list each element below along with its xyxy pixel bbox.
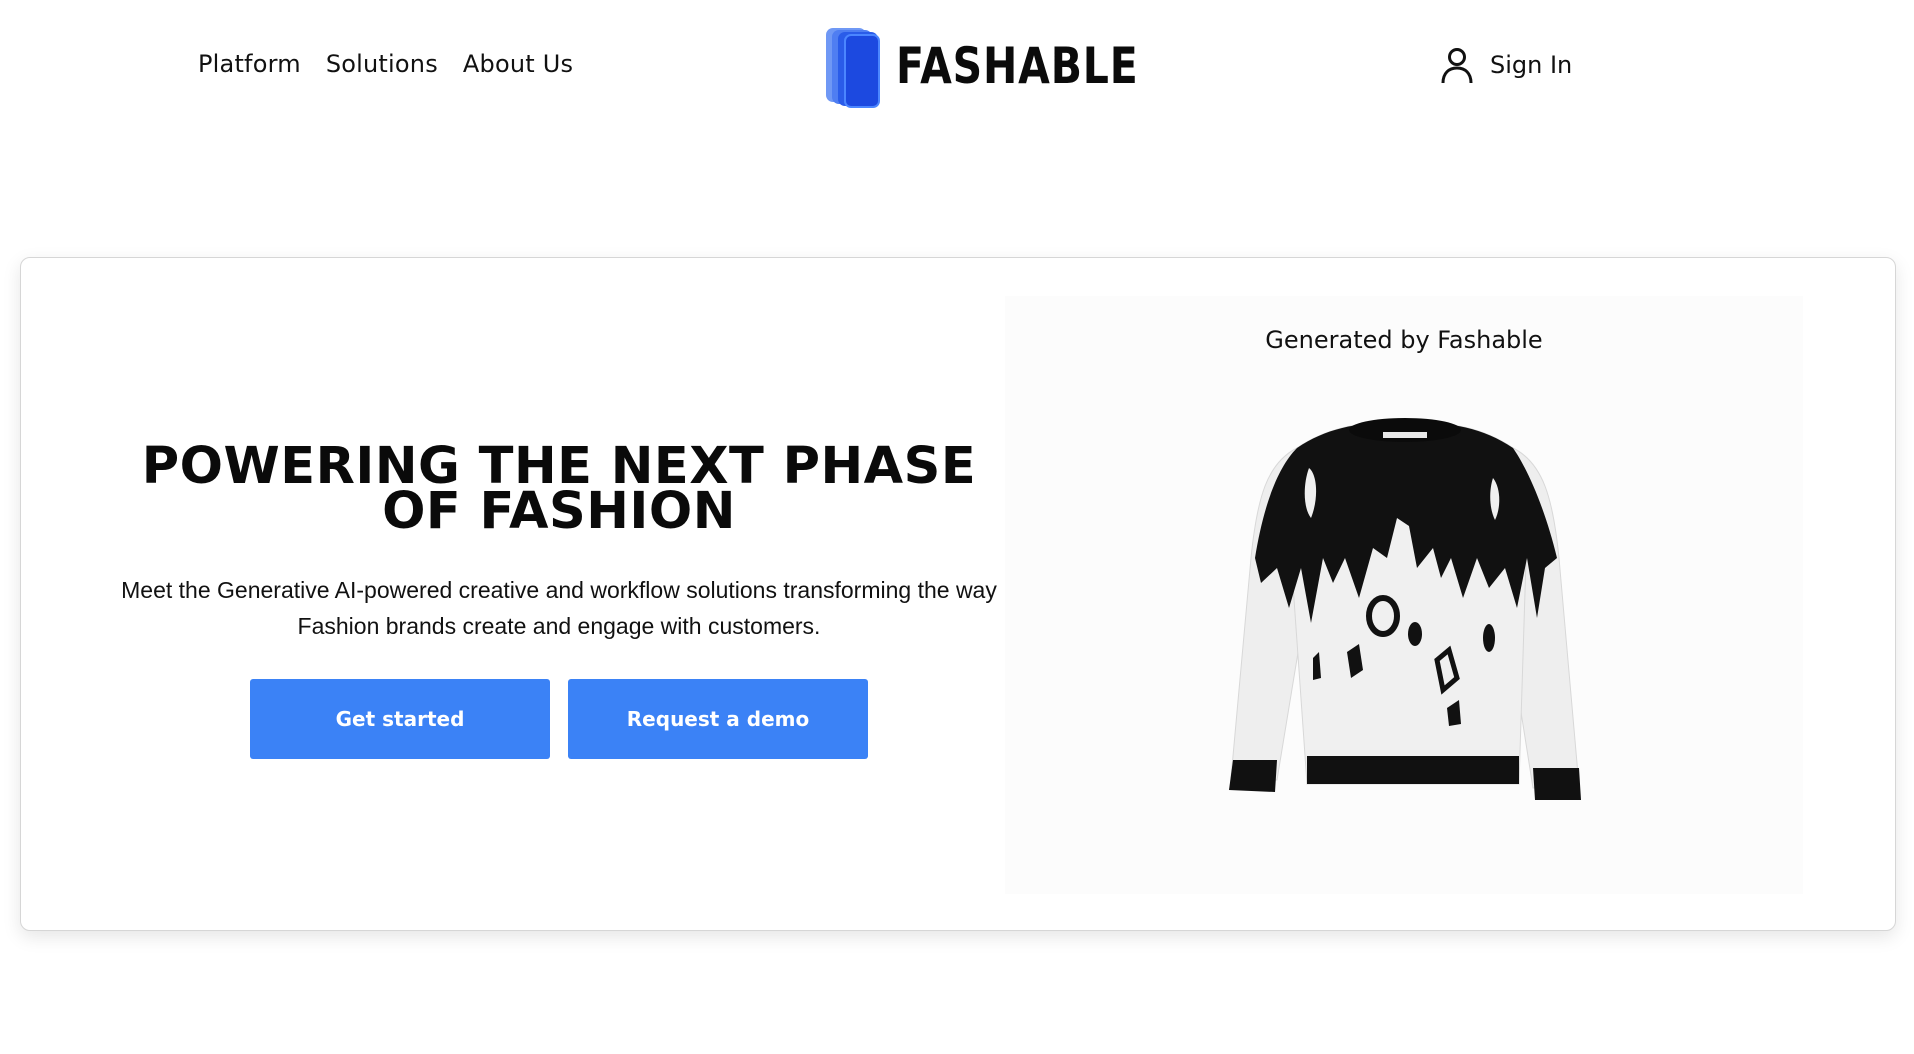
get-started-button[interactable]: Get started <box>250 679 550 759</box>
showcase-caption: Generated by Fashable <box>1265 326 1543 354</box>
primary-nav: Platform Solutions About Us <box>198 50 573 78</box>
top-navigation: Platform Solutions About Us FASHABLE Sig… <box>0 0 1914 132</box>
brand-logo[interactable]: FASHABLE <box>826 26 1192 108</box>
logo-mark-icon <box>826 26 882 108</box>
nav-link-solutions[interactable]: Solutions <box>326 50 438 78</box>
sign-in-label: Sign In <box>1490 51 1573 79</box>
hero-card: POWERING THE NEXT PHASE OF FASHION Meet … <box>20 257 1896 931</box>
generated-sweater-image <box>1229 418 1581 800</box>
hero-subtitle: Meet the Generative AI-powered creative … <box>121 577 997 639</box>
hero-content: POWERING THE NEXT PHASE OF FASHION Meet … <box>121 437 997 759</box>
showcase-panel: Generated by Fashable <box>1005 296 1803 894</box>
hero-title: POWERING THE NEXT PHASE OF FASHION <box>141 437 977 541</box>
sign-in-link[interactable]: Sign In <box>1440 46 1572 84</box>
nav-link-platform[interactable]: Platform <box>198 50 301 78</box>
request-demo-button[interactable]: Request a demo <box>568 679 868 759</box>
user-icon <box>1441 48 1473 84</box>
hero-buttons: Get started Request a demo <box>121 679 997 759</box>
nav-link-about-us[interactable]: About Us <box>463 50 573 78</box>
brand-name: FASHABLE <box>896 37 1139 95</box>
